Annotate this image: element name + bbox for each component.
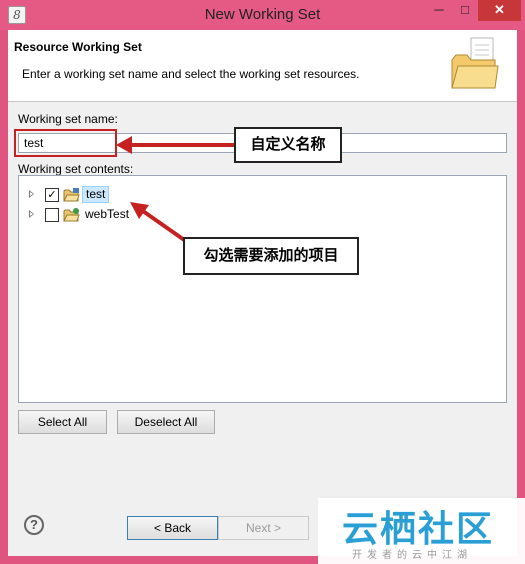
- annotation-arrows: [116, 136, 234, 246]
- watermark-logo: 云栖社区 开发者的云中江湖: [318, 498, 525, 564]
- name-annotation-callout: 自定义名称: [234, 127, 342, 163]
- watermark-subtitle: 开发者的云中江湖: [352, 550, 472, 561]
- watermark-text: 云栖社区: [342, 509, 495, 550]
- select-annotation-callout: 勾选需要添加的项目: [183, 237, 359, 275]
